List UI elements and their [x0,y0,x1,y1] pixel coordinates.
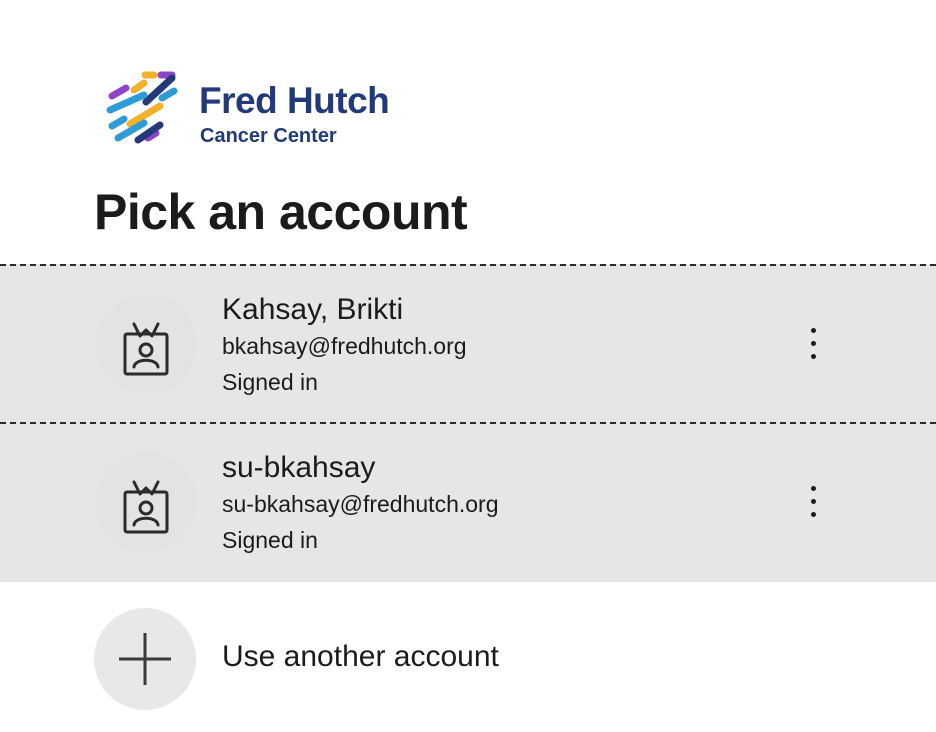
account-details: su-bkahsay su-bkahsay@fredhutch.org Sign… [222,450,499,558]
account-email: su-bkahsay@fredhutch.org [222,491,499,517]
account-avatar [96,294,196,394]
account-list: Kahsay, Brikti bkahsay@fredhutch.org Sig… [0,264,936,582]
badge-icon [123,322,169,376]
plus-icon [119,633,171,685]
account-email: bkahsay@fredhutch.org [222,333,467,359]
fred-hutch-logo: Fred Hutch Cancer Center [104,70,404,150]
use-another-account-label: Use another account [222,640,499,673]
logo-subtitle: Cancer Center [200,125,337,147]
account-details: Kahsay, Brikti bkahsay@fredhutch.org Sig… [222,292,467,400]
account-picker: Fred Hutch Cancer Center Pick an account… [0,0,936,732]
more-options-icon[interactable] [794,478,834,526]
use-another-account-button[interactable]: Use another account [0,604,936,714]
account-row-su-bkahsay[interactable]: su-bkahsay su-bkahsay@fredhutch.org Sign… [0,422,936,582]
page-title: Pick an account [94,184,468,240]
account-status: Signed in [222,527,318,553]
logo-mark-icon [106,71,178,144]
account-avatar [96,452,196,552]
logo-title: Fred Hutch [199,80,390,121]
more-options-icon[interactable] [794,320,834,368]
badge-icon [123,480,169,534]
account-row-kahsay[interactable]: Kahsay, Brikti bkahsay@fredhutch.org Sig… [0,264,936,422]
account-name: Kahsay, Brikti [222,293,404,326]
account-status: Signed in [222,369,318,395]
plus-circle [94,608,196,710]
account-name: su-bkahsay [222,451,376,484]
